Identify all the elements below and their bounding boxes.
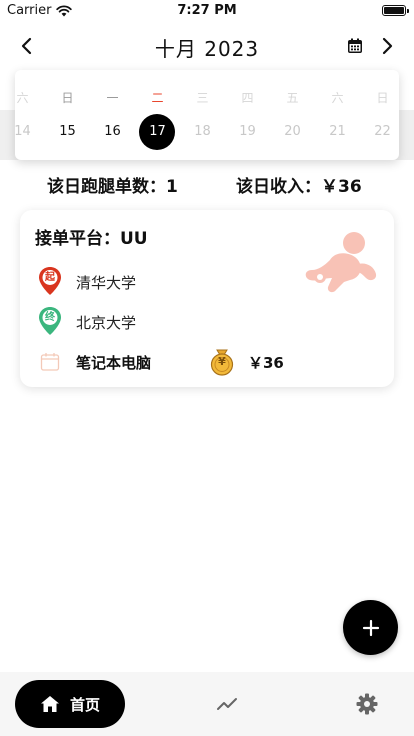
tab-home[interactable]: 首页 [15, 680, 125, 728]
runner-logo-icon [305, 232, 377, 293]
home-icon [40, 696, 59, 712]
trend-icon [217, 698, 237, 710]
gear-icon [356, 693, 378, 715]
tab-home-label: 首页 [69, 695, 100, 714]
date-cell[interactable]: 22 [360, 120, 399, 144]
date-cell[interactable]: 18 [180, 120, 225, 144]
date-cell[interactable]: 21 [315, 120, 360, 144]
date-cell[interactable]: 19 [225, 120, 270, 144]
header: 十月 2023 [0, 28, 414, 64]
order-price: ￥36 [248, 354, 284, 372]
battery-level [384, 7, 404, 14]
add-order-button[interactable] [343, 600, 398, 655]
weekday-label: 六 [331, 91, 344, 105]
tab-settings[interactable] [356, 693, 378, 719]
weekday-label: 日 [61, 91, 74, 105]
battery-tip [407, 9, 409, 13]
date-cell[interactable]: 14 [15, 120, 45, 144]
week-calendar: 六 日 一 二 三 四 五 六 日 14 15 16 17 18 19 20 2… [15, 70, 399, 160]
plus-icon [362, 619, 379, 636]
weekday-row: 六 日 一 二 三 四 五 六 日 [15, 86, 399, 110]
weekday-label: 六 [16, 91, 29, 105]
weekday-label: 五 [286, 91, 299, 105]
date-cell[interactable]: 16 [90, 120, 135, 144]
date-row: 14 15 16 17 18 19 20 21 22 [15, 120, 399, 144]
daily-summary: 该日跑腿单数：1 该日收入：￥36 [0, 172, 414, 197]
date-cell-selected[interactable]: 17 [135, 120, 180, 144]
end-location: 北京大学 [76, 314, 137, 332]
status-time: 7:27 PM [177, 3, 237, 18]
weekday-label: 日 [376, 91, 389, 105]
end-pin-label: 终 [45, 312, 55, 323]
calendar-icon[interactable] [341, 32, 369, 60]
weekday-label-selected: 二 [151, 91, 164, 105]
coin-symbol: ¥ [218, 355, 226, 368]
package-icon [40, 353, 60, 371]
order-card[interactable]: 接单平台：UU 起 清华大学 终 北京大学 笔记本电脑 ¥ ￥36 [20, 210, 394, 387]
start-pin-label: 起 [45, 272, 55, 283]
start-location: 清华大学 [76, 274, 137, 292]
bottom-tab-bar: 首页 [0, 672, 414, 736]
order-count: 该日跑腿单数：1 [47, 177, 178, 197]
tab-statistics[interactable] [216, 693, 238, 719]
chevron-right-icon[interactable] [373, 32, 401, 60]
weekday-label: 四 [241, 91, 254, 105]
battery-icon [382, 5, 409, 16]
date-cell[interactable]: 20 [270, 120, 315, 144]
status-bar: Carrier 7:27 PM [0, 0, 414, 22]
date-cell[interactable]: 15 [45, 120, 90, 144]
platform-label: 接单平台：UU [35, 229, 148, 249]
item-name: 笔记本电脑 [76, 354, 152, 372]
daily-income: 该日收入：￥36 [236, 177, 362, 197]
weekday-label: 三 [196, 91, 209, 105]
weekday-label: 一 [106, 91, 119, 105]
